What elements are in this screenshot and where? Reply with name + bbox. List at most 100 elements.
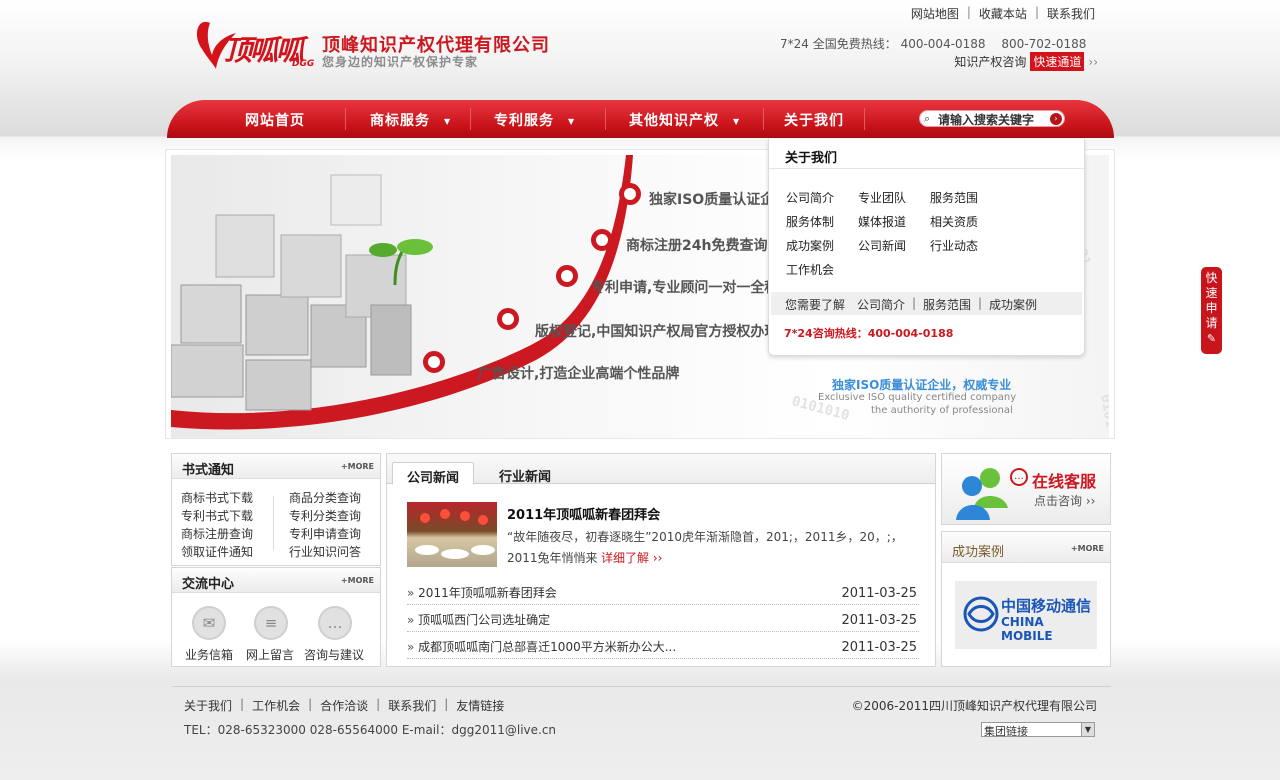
- logo[interactable]: 顶呱呱 DGG: [192, 15, 320, 71]
- nav-divider: [763, 108, 764, 130]
- need-link-cases[interactable]: 成功案例: [989, 296, 1037, 313]
- dd-link-jobs[interactable]: 工作机会: [786, 261, 834, 278]
- nav-divider: [864, 108, 865, 130]
- separator: |: [1034, 5, 1039, 19]
- service-title: 在线客服: [1032, 472, 1097, 491]
- case-logo-cn: 中国移动通信: [1001, 597, 1092, 615]
- bookmark-link[interactable]: 收藏本站: [979, 5, 1027, 22]
- notice-link[interactable]: 行业知识问答: [289, 543, 361, 560]
- tab-industry-news[interactable]: 行业新闻: [485, 462, 565, 485]
- china-mobile-icon: [963, 596, 999, 632]
- more-link[interactable]: +MORE: [1071, 544, 1104, 553]
- exchange-item[interactable]: 业务信箱: [185, 646, 233, 663]
- notice-link[interactable]: 商标书式下载: [181, 489, 253, 506]
- nav-divider: [345, 108, 346, 130]
- read-more-link[interactable]: 详细了解 ››: [597, 549, 667, 566]
- hotline: 7*24 全国免费热线： 400-004-0188 800-702-0188: [780, 35, 1086, 52]
- featured-summary: “故年随夜尽，初春逐晓生”2010虎年渐渐隐首，201;，2011乡，20，;，…: [507, 530, 903, 565]
- footer-divider: [172, 686, 1111, 687]
- dd-link-cases[interactable]: 成功案例: [786, 237, 834, 254]
- search-go-button[interactable]: ›: [1050, 113, 1062, 125]
- notice-link[interactable]: 专利书式下载: [181, 507, 253, 524]
- nav-other-ip[interactable]: 其他知识产权 ▼: [629, 110, 740, 130]
- nav-about[interactable]: 关于我们: [784, 110, 844, 130]
- notice-panel: 书式通知 +MORE 商标书式下载 专利书式下载 商标注册查询 领取证件通知 商…: [171, 453, 381, 566]
- news-tabs: 公司新闻 行业新闻: [387, 454, 935, 486]
- more-link[interactable]: +MORE: [341, 462, 374, 471]
- quick-channel-button[interactable]: 快速通道: [1030, 52, 1085, 71]
- footer-link-about[interactable]: 关于我们: [184, 697, 232, 714]
- logo-text: 顶呱呱: [224, 34, 304, 67]
- svg-text:0101: 0101: [1097, 393, 1109, 429]
- nav-patent[interactable]: 专利服务 ▼: [494, 110, 575, 130]
- dd-link-industry[interactable]: 行业动态: [930, 237, 978, 254]
- cases-title: 成功案例: [952, 545, 1005, 560]
- footer-link-friends[interactable]: 友情链接: [456, 697, 504, 714]
- search-input[interactable]: 请输入搜索关键字: [938, 111, 1034, 128]
- iso-cn: 独家ISO质量认证企业，权威专业: [832, 378, 1012, 392]
- online-service[interactable]: … 在线客服 点击咨询 ››: [941, 453, 1111, 525]
- footer-link-jobs[interactable]: 工作机会: [252, 697, 300, 714]
- chat-bubble-icon: …: [1010, 468, 1028, 486]
- footer-link-contact[interactable]: 联系我们: [388, 697, 436, 714]
- notice-link[interactable]: 商标注册查询: [181, 525, 253, 542]
- need-link-intro[interactable]: 公司简介: [857, 296, 905, 313]
- message-icon[interactable]: ≡: [254, 606, 288, 640]
- nav-trademark[interactable]: 商标服务 ▼: [370, 110, 451, 130]
- exchange-item[interactable]: 咨询与建议: [304, 646, 364, 663]
- company-slogan: 您身边的知识产权保护专家: [322, 55, 479, 69]
- banner-line-2: 商标注册24h免费查询: [626, 238, 768, 254]
- dd-link-system[interactable]: 服务体制: [786, 213, 834, 230]
- more-link[interactable]: +MORE: [341, 576, 374, 585]
- need-label: 您需要了解: [785, 298, 846, 312]
- group-links-select[interactable]: 集团链接 ▼: [981, 722, 1095, 738]
- chat-bubble-icon[interactable]: …: [318, 606, 352, 640]
- dropdown-hotline: 7*24咨询热线：400-004-0188: [784, 327, 954, 340]
- notice-link[interactable]: 商品分类查询: [289, 489, 361, 506]
- tab-company-news[interactable]: 公司新闻: [392, 462, 475, 486]
- iso-en-1: Exclusive ISO quality certified company: [818, 392, 1017, 403]
- contact-link[interactable]: 联系我们: [1047, 5, 1095, 22]
- nav-home[interactable]: 网站首页: [245, 110, 305, 130]
- notice-link[interactable]: 专利申请查询: [289, 525, 361, 542]
- separator: |: [240, 697, 245, 711]
- dd-link-media[interactable]: 媒体报道: [858, 213, 906, 230]
- case-logo-china-mobile[interactable]: 中国移动通信 CHINA MOBILE: [955, 581, 1097, 649]
- need-link-scope[interactable]: 服务范围: [923, 296, 971, 313]
- customer-service-icon: [956, 468, 1008, 520]
- dd-link-news[interactable]: 公司新闻: [858, 237, 906, 254]
- news-thumbnail[interactable]: [407, 502, 497, 567]
- featured-title[interactable]: 2011年顶呱呱新春团拜会: [507, 504, 660, 523]
- case-logo-en: CHINA MOBILE: [1001, 615, 1053, 643]
- separator: |: [308, 697, 313, 711]
- notice-link[interactable]: 领取证件通知: [181, 543, 253, 560]
- party-photo: [415, 509, 495, 559]
- news-row[interactable]: » 顶呱呱西门公司选址确定 2011-03-25: [407, 605, 919, 632]
- dd-link-qualify[interactable]: 相关资质: [930, 213, 978, 230]
- exchange-item[interactable]: 网上留言: [246, 646, 294, 663]
- search-icon: ⌕: [924, 112, 931, 125]
- nav-divider: [470, 108, 471, 130]
- divider: [769, 168, 1084, 169]
- news-row-date: 2011-03-25: [841, 613, 917, 628]
- dd-link-team[interactable]: 专业团队: [858, 189, 906, 206]
- banner-dot: [619, 183, 641, 205]
- hotline-number-1: 400-004-0188: [900, 37, 986, 51]
- sitemap-link[interactable]: 网站地图: [911, 5, 959, 22]
- quick-channel: 知识产权咨询 快速通道 ››: [954, 52, 1098, 71]
- footer-link-cooperation[interactable]: 合作洽谈: [320, 697, 368, 714]
- need-to-know-bar: 您需要了解 公司简介 | 服务范围 | 成功案例: [771, 292, 1082, 315]
- dd-link-intro[interactable]: 公司简介: [786, 189, 834, 206]
- quick-apply-button[interactable]: 快速申请 ✎: [1201, 267, 1222, 354]
- consult-label: 知识产权咨询: [954, 55, 1027, 69]
- dd-link-scope[interactable]: 服务范围: [930, 189, 978, 206]
- footer-links: 关于我们 | 工作机会 | 合作洽谈 | 联系我们 | 友情链接: [184, 697, 504, 714]
- banner-dot: [556, 265, 578, 287]
- notice-link[interactable]: 专利分类查询: [289, 507, 361, 524]
- hotline-label: 7*24 全国免费热线：: [780, 37, 897, 51]
- news-row[interactable]: » 2011年顶呱呱新春团拜会 2011-03-25: [407, 578, 919, 605]
- cubes: [171, 174, 412, 411]
- news-row[interactable]: » 成都顶呱呱南门总部喜迁1000平方米新办公大... 2011-03-25: [407, 632, 919, 659]
- search-box[interactable]: ⌕ 请输入搜索关键字 ›: [919, 110, 1065, 127]
- mailbox-icon[interactable]: ✉: [192, 606, 226, 640]
